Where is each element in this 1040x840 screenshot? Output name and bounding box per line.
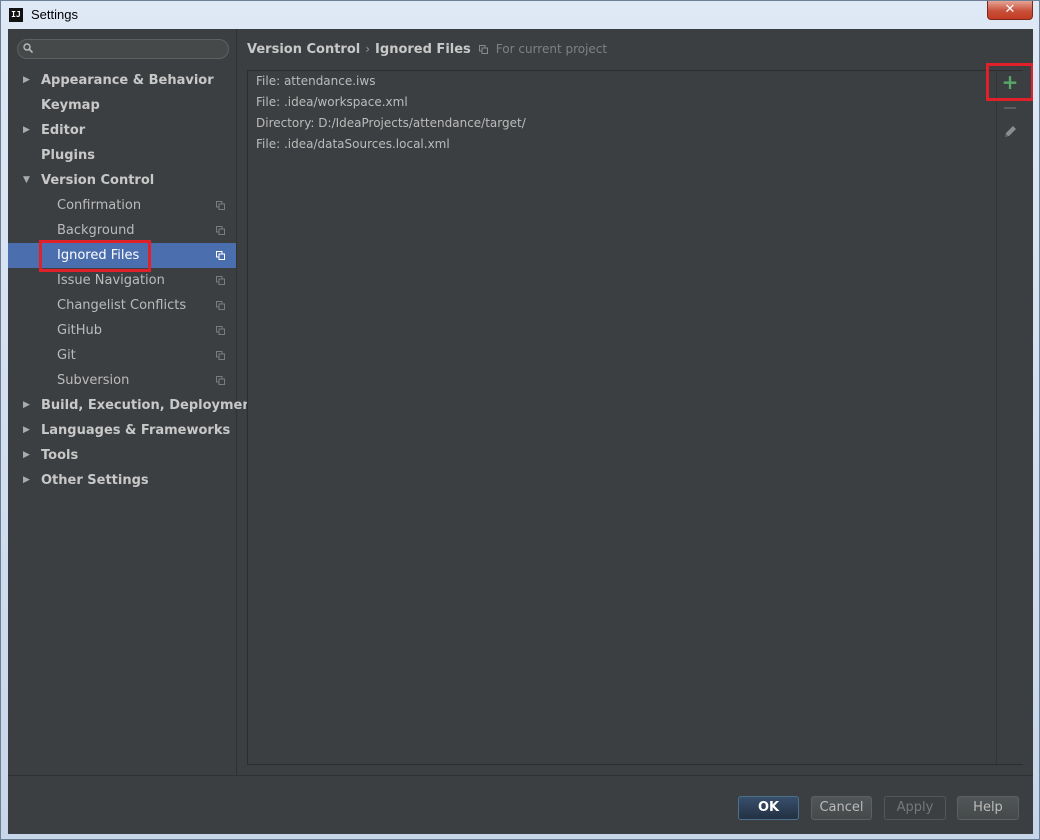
- list-item[interactable]: Directory: D:/IdeaProjects/attendance/ta…: [256, 113, 526, 134]
- footer-divider: [8, 775, 1033, 776]
- project-scope-icon: [216, 376, 225, 385]
- sidebar-item-label: Other Settings: [41, 473, 149, 488]
- highlight-frame-ignored-files: [39, 240, 151, 272]
- highlight-frame-add-button: [986, 63, 1033, 101]
- sidebar-item-label: Tools: [41, 448, 79, 463]
- collapsed-arrow-icon[interactable]: ▶: [23, 418, 33, 443]
- sidebar-item-label: Keymap: [41, 98, 100, 113]
- intellij-app-icon: IJ: [9, 8, 23, 22]
- sidebar-item-languages-frameworks[interactable]: ▶ Languages & Frameworks: [8, 418, 236, 443]
- sidebar-item-changelist-conflicts[interactable]: Changelist Conflicts: [8, 293, 236, 318]
- project-scope-icon: [478, 45, 488, 54]
- help-button[interactable]: Help: [957, 796, 1019, 820]
- project-scope-icon: [216, 326, 225, 335]
- project-scope-icon: [216, 276, 225, 285]
- project-scope-icon: [216, 301, 225, 310]
- search-input[interactable]: [40, 41, 220, 57]
- search-icon: [23, 43, 33, 53]
- sidebar-item-label: Build, Execution, Deployment: [41, 398, 258, 413]
- breadcrumb-current: Ignored Files: [375, 42, 471, 57]
- project-scope-icon: [216, 351, 225, 360]
- settings-tree-panel: ▶ Appearance & Behavior Keymap ▶ Editor Plugi…: [8, 29, 258, 775]
- list-item[interactable]: File: attendance.iws: [256, 71, 375, 92]
- sidebar-item-plugins[interactable]: Plugins: [8, 143, 236, 168]
- sidebar-item-label: Confirmation: [57, 198, 142, 213]
- sidebar-item-keymap[interactable]: Keymap: [8, 93, 236, 118]
- apply-button[interactable]: Apply: [884, 796, 946, 820]
- settings-window: IJ Settings ✕ ▶ Appearance & Behavior Keym…: [0, 0, 1040, 840]
- sidebar-item-label: Subversion: [57, 373, 130, 388]
- project-scope-icon: [216, 226, 225, 235]
- scope-hint: For current project: [495, 42, 608, 56]
- ignored-files-panel: File: attendance.iws File: .idea/workspac…: [247, 70, 1023, 765]
- search-box[interactable]: [17, 39, 229, 59]
- collapsed-arrow-icon[interactable]: ▶: [23, 468, 33, 493]
- sidebar-item-label: Git: [57, 348, 76, 363]
- sidebar-item-label: Plugins: [41, 148, 95, 163]
- breadcrumb-parent[interactable]: Version Control: [247, 42, 360, 57]
- collapsed-arrow-icon[interactable]: ▶: [23, 68, 33, 93]
- list-toolbar: +: [996, 71, 1023, 764]
- sidebar-item-version-control[interactable]: ▼ Version Control: [8, 168, 236, 193]
- sidebar-item-label: Editor: [41, 123, 86, 138]
- pencil-icon[interactable]: [1001, 123, 1019, 141]
- collapsed-arrow-icon[interactable]: ▶: [23, 118, 33, 143]
- sidebar-item-subversion[interactable]: Subversion: [8, 368, 236, 393]
- sidebar-item-other-settings[interactable]: ▶ Other Settings: [8, 468, 236, 493]
- cancel-button[interactable]: Cancel: [811, 796, 872, 820]
- expanded-arrow-icon[interactable]: ▼: [23, 168, 33, 193]
- minus-icon[interactable]: [1001, 99, 1019, 117]
- project-scope-icon: [216, 201, 225, 210]
- list-item[interactable]: File: .idea/dataSources.local.xml: [256, 134, 450, 155]
- sidebar-item-label: Version Control: [41, 173, 155, 188]
- window-title: Settings: [31, 7, 78, 22]
- breadcrumb: Version Control › Ignored Files For curren…: [247, 42, 607, 60]
- title-bar[interactable]: IJ Settings ✕: [1, 1, 1039, 29]
- sidebar-item-git[interactable]: Git: [8, 343, 236, 368]
- sidebar-item-editor[interactable]: ▶ Editor: [8, 118, 236, 143]
- close-window-button[interactable]: ✕: [987, 1, 1033, 20]
- collapsed-arrow-icon[interactable]: ▶: [23, 393, 33, 418]
- breadcrumb-separator: ›: [365, 42, 371, 56]
- ignored-files-list[interactable]: File: attendance.iws File: .idea/workspac…: [248, 71, 996, 764]
- sidebar-item-label: Changelist Conflicts: [57, 298, 187, 313]
- collapsed-arrow-icon[interactable]: ▶: [23, 443, 33, 468]
- project-scope-icon: [216, 251, 225, 260]
- ok-button[interactable]: OK: [738, 796, 799, 820]
- sidebar-item-label: Appearance & Behavior: [41, 73, 214, 88]
- dialog-content: ▶ Appearance & Behavior Keymap ▶ Editor Plugi…: [8, 29, 1033, 834]
- sidebar-item-build-execution-deployment[interactable]: ▶ Build, Execution, Deployment: [8, 393, 258, 418]
- sidebar-item-label: Languages & Frameworks: [41, 423, 231, 438]
- sidebar-item-label: GitHub: [57, 323, 103, 338]
- sidebar-item-github[interactable]: GitHub: [8, 318, 236, 343]
- sidebar-item-tools[interactable]: ▶ Tools: [8, 443, 236, 468]
- list-item[interactable]: File: .idea/workspace.xml: [256, 92, 408, 113]
- sidebar-item-confirmation[interactable]: Confirmation: [8, 193, 236, 218]
- sidebar-item-appearance-behavior[interactable]: ▶ Appearance & Behavior: [8, 68, 236, 93]
